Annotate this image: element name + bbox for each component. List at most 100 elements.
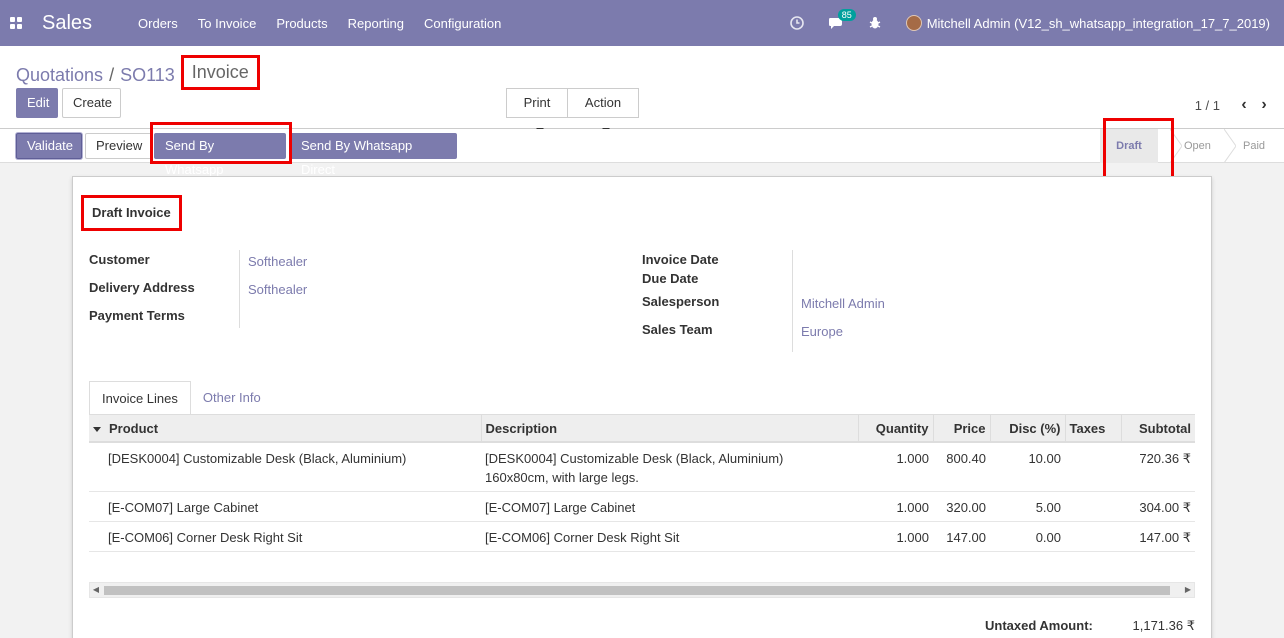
cell-taxes [1065, 491, 1121, 522]
col-subtotal[interactable]: Subtotal [1121, 415, 1195, 443]
pager-value[interactable]: 1 / 1 [1195, 98, 1220, 113]
cell-description-line1: [DESK0004] Customizable Desk (Black, Alu… [485, 451, 784, 466]
chat-icon[interactable]: 85 [828, 9, 856, 30]
invoice-sheet: Draft Invoice Customer Softhealer Delive… [72, 176, 1212, 638]
cell-price: 147.00 [933, 521, 990, 552]
col-disc[interactable]: Disc (%) [990, 415, 1066, 443]
sort-caret-icon[interactable] [93, 426, 101, 432]
salesperson-value[interactable]: Mitchell Admin [801, 296, 885, 311]
due-date-label: Due Date [642, 271, 699, 286]
cell-disc: 5.00 [990, 491, 1065, 522]
field-divider [792, 250, 793, 352]
cell-quantity: 1.000 [858, 442, 933, 492]
sales-team-label: Sales Team [642, 322, 713, 337]
preview-button[interactable]: Preview [85, 133, 152, 159]
action-label: Action [584, 95, 622, 110]
validate-button[interactable]: Validate [16, 133, 82, 159]
navbar-right: 85 Mitchell Admin (V12_sh_whatsapp_integ… [789, 0, 1284, 46]
statusbar: Validate Preview Send By Whatsapp Send B… [0, 118, 1284, 180]
cell-product: [E-COM07] Large Cabinet [89, 491, 481, 522]
tab-invoice-lines[interactable]: Invoice Lines [89, 381, 191, 415]
breadcrumb-current: Invoice [180, 55, 260, 90]
breadcrumb-separator: / [109, 65, 115, 85]
col-product[interactable]: Product [89, 415, 482, 443]
menu-reporting[interactable]: Reporting [338, 16, 414, 31]
cell-product: [E-COM06] Corner Desk Right Sit [89, 521, 481, 552]
cell-description: [E-COM07] Large Cabinet [481, 491, 858, 522]
menu-to-invoice[interactable]: To Invoice [188, 16, 267, 31]
invoice-title: Draft Invoice [81, 195, 182, 231]
chat-badge: 85 [837, 9, 856, 21]
chevron-left-icon[interactable]: ‹ [1234, 96, 1254, 114]
tab-other-info[interactable]: Other Info [191, 381, 273, 415]
apps-grid-icon[interactable] [10, 17, 22, 29]
activity-clock-icon[interactable] [789, 16, 804, 30]
col-quantity[interactable]: Quantity [858, 415, 934, 443]
print-label: Print [523, 95, 551, 110]
main-menu: Orders To Invoice Products Reporting Con… [128, 16, 511, 31]
state-draft[interactable]: Draft [1100, 129, 1158, 163]
salesperson-label: Salesperson [642, 294, 720, 309]
menu-configuration[interactable]: Configuration [414, 16, 511, 31]
col-taxes[interactable]: Taxes [1065, 415, 1122, 443]
menu-orders[interactable]: Orders [128, 16, 188, 31]
create-button[interactable]: Create [62, 88, 121, 118]
col-price[interactable]: Price [933, 415, 991, 443]
table-row[interactable]: [E-COM07] Large Cabinet [E-COM07] Large … [89, 491, 1195, 522]
print-action-group: Print Action [506, 88, 639, 132]
send-by-whatsapp-direct-button[interactable]: Send By Whatsapp Direct [290, 133, 457, 177]
table-header-row: Product Description Quantity Price Disc … [89, 415, 1195, 443]
debug-bug-icon[interactable] [868, 16, 882, 30]
customer-label: Customer [89, 252, 150, 267]
cell-taxes [1065, 442, 1121, 492]
cell-disc: 10.00 [990, 442, 1065, 492]
user-name: Mitchell Admin (V12_sh_whatsapp_integrat… [926, 15, 1270, 31]
horizontal-scrollbar[interactable]: ◀ ▶ [89, 582, 1195, 598]
top-navbar: Sales Orders To Invoice Products Reporti… [0, 0, 1284, 46]
cell-price: 320.00 [933, 491, 990, 522]
cell-taxes [1065, 521, 1121, 552]
app-brand[interactable]: Sales [42, 12, 92, 35]
col-product-label: Product [109, 420, 159, 436]
cell-quantity: 1.000 [858, 521, 933, 552]
customer-value[interactable]: Softhealer [248, 254, 307, 269]
cell-price: 800.40 [933, 442, 990, 492]
scrollbar-thumb[interactable] [104, 586, 1170, 595]
cell-description: [E-COM06] Corner Desk Right Sit [481, 521, 858, 552]
invoice-date-label: Invoice Date [642, 252, 719, 267]
scroll-right-icon[interactable]: ▶ [1182, 583, 1194, 597]
state-pipeline: Draft Open Paid [1100, 129, 1284, 163]
control-panel: Quotations / SO113 Invoice Edit Create P… [0, 46, 1284, 132]
table-row[interactable]: [E-COM06] Corner Desk Right Sit [E-COM06… [89, 521, 1195, 552]
user-menu[interactable]: Mitchell Admin (V12_sh_whatsapp_integrat… [905, 15, 1270, 31]
cell-product: [DESK0004] Customizable Desk (Black, Alu… [89, 442, 481, 492]
print-dropdown[interactable]: Print [506, 88, 568, 132]
cell-subtotal: 304.00 ₹ [1121, 491, 1195, 522]
breadcrumb-so113[interactable]: SO113 [120, 65, 175, 86]
state-arrow-icon [1224, 129, 1236, 163]
chevron-right-icon[interactable]: › [1254, 96, 1274, 114]
cell-description-line2: 160x80cm, with large legs. [485, 470, 639, 485]
action-dropdown[interactable]: Action [567, 88, 639, 132]
edit-button[interactable]: Edit [16, 88, 58, 118]
breadcrumb-quotations[interactable]: Quotations [16, 65, 103, 86]
cell-description: [DESK0004] Customizable Desk (Black, Alu… [481, 442, 858, 492]
cell-subtotal: 720.36 ₹ [1121, 442, 1195, 492]
col-description[interactable]: Description [481, 415, 859, 443]
user-avatar [905, 15, 922, 31]
delivery-address-value[interactable]: Softhealer [248, 282, 307, 297]
table-row[interactable]: [DESK0004] Customizable Desk (Black, Alu… [89, 442, 1195, 492]
untaxed-amount-value: 1,171.36 ₹ [1132, 618, 1196, 633]
state-arrow-icon [1170, 129, 1182, 163]
cell-subtotal: 147.00 ₹ [1121, 521, 1195, 552]
cell-quantity: 1.000 [858, 491, 933, 522]
sales-team-value[interactable]: Europe [801, 324, 843, 339]
cell-disc: 0.00 [990, 521, 1065, 552]
delivery-address-label: Delivery Address [89, 280, 195, 295]
menu-products[interactable]: Products [266, 16, 337, 31]
scroll-left-icon[interactable]: ◀ [90, 583, 102, 597]
payment-terms-label: Payment Terms [89, 308, 185, 323]
pager: 1 / 1 ‹ › [1195, 96, 1274, 114]
send-by-whatsapp-button[interactable]: Send By Whatsapp [154, 133, 286, 177]
invoice-lines-table: Product Description Quantity Price Disc … [89, 415, 1195, 552]
